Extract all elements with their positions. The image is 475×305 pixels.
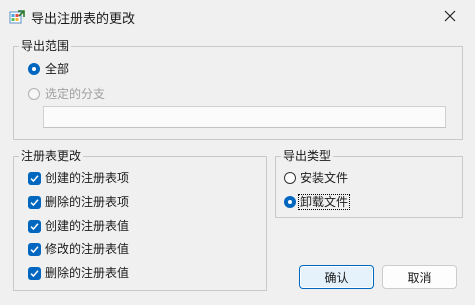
created-values-label[interactable]: 创建的注册表值	[45, 219, 129, 233]
checkbox-created-values[interactable]	[28, 220, 41, 233]
ok-button-label: 确认	[324, 270, 349, 285]
checkmark-icon	[30, 270, 39, 278]
deleted-keys-label[interactable]: 删除的注册表项	[45, 195, 129, 209]
export-all-label[interactable]: 全部	[45, 62, 69, 76]
selected-branch-radio[interactable]	[28, 88, 40, 100]
export-range-label: 导出范围	[19, 39, 72, 53]
checkbox-modified-values[interactable]	[28, 243, 41, 256]
cancel-button-label: 取消	[407, 270, 432, 285]
checkbox-deleted-keys[interactable]	[28, 196, 41, 209]
checkmark-icon	[30, 246, 39, 254]
checkmark-icon	[30, 175, 39, 183]
checkbox-created-keys[interactable]	[28, 172, 41, 185]
cancel-button[interactable]: 取消	[382, 265, 457, 289]
uninstall-file-radio[interactable]	[284, 196, 296, 208]
modified-values-label[interactable]: 修改的注册表值	[45, 242, 129, 256]
install-file-label[interactable]: 安装文件	[300, 171, 348, 185]
close-icon	[444, 10, 456, 22]
export-all-radio[interactable]	[28, 63, 40, 75]
export-type-label: 导出类型	[281, 149, 334, 163]
registry-changes-label: 注册表更改	[19, 149, 84, 163]
close-button[interactable]	[427, 0, 473, 32]
selected-branch-label[interactable]: 选定的分支	[45, 87, 105, 101]
uninstall-file-label[interactable]: 卸载文件	[298, 194, 351, 210]
registry-export-icon	[9, 9, 25, 25]
created-keys-label[interactable]: 创建的注册表项	[45, 171, 129, 185]
checkbox-deleted-values[interactable]	[28, 267, 41, 280]
window-title: 导出注册表的更改	[31, 12, 136, 27]
ok-button[interactable]: 确认	[299, 265, 374, 289]
checkmark-icon	[30, 223, 39, 231]
checkmark-icon	[30, 199, 39, 207]
deleted-values-label[interactable]: 删除的注册表值	[45, 266, 129, 280]
install-file-radio[interactable]	[284, 172, 296, 184]
branch-path-field[interactable]	[43, 106, 446, 128]
